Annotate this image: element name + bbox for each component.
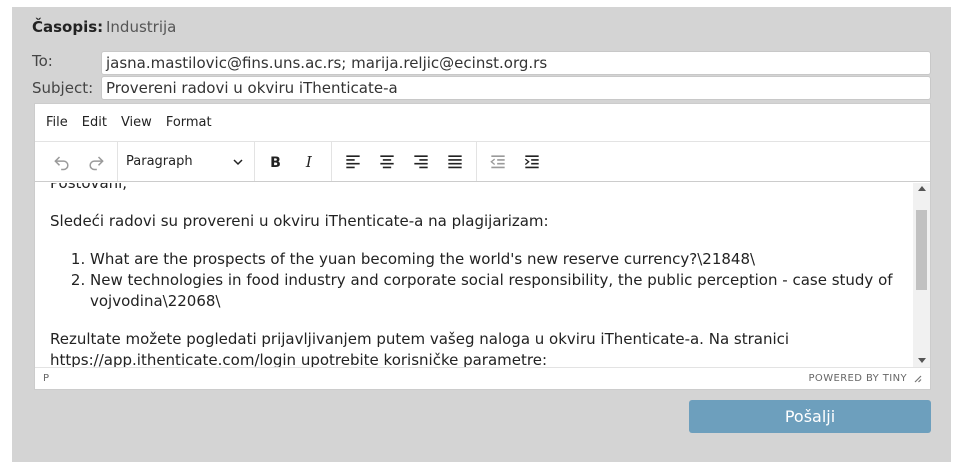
branding: POWERED BY TINY [809, 373, 923, 384]
editor-toolbar: Paragraph B I [35, 142, 930, 182]
undo-icon[interactable] [45, 147, 79, 177]
to-field[interactable]: jasna.mastilovic@fins.uns.ac.rs; marija.… [101, 51, 931, 75]
outdent-icon[interactable] [481, 147, 515, 177]
results-line: Rezultate možete pogledati prijavljivanj… [50, 330, 790, 348]
redo-icon[interactable] [79, 147, 113, 177]
bold-icon[interactable]: B [259, 147, 293, 177]
svg-text:B: B [270, 155, 281, 171]
indent-icon[interactable] [515, 147, 549, 177]
to-label: To: [32, 52, 53, 70]
scroll-up-icon[interactable] [918, 186, 926, 191]
url-line: https://app.ithenticate.com/login upotre… [50, 351, 548, 368]
papers-list: What are the prospects of the yuan becom… [90, 249, 903, 312]
resize-handle-icon[interactable] [913, 374, 922, 383]
send-button[interactable]: Pošalji [689, 400, 931, 433]
editor-content-area[interactable]: Poštovani, Sledeći radovi su provereni u… [35, 183, 913, 368]
svg-text:I: I [305, 153, 313, 171]
editor-menubar: File Edit View Format [35, 104, 930, 142]
list-item: New technologies in food industry and co… [90, 270, 903, 312]
scroll-thumb[interactable] [916, 210, 927, 290]
rich-text-editor: File Edit View Format Paragraph B I Pošt… [34, 103, 931, 390]
align-center-icon[interactable] [370, 147, 404, 177]
intro-text: Sledeći radovi su provereni u okviru iTh… [50, 212, 549, 230]
journal-label: Časopis: [32, 18, 104, 36]
greeting-text: Poštovani, [50, 183, 128, 192]
list-item: What are the prospects of the yuan becom… [90, 249, 903, 270]
branding-label[interactable]: POWERED BY TINY [809, 373, 908, 384]
block-format-select[interactable]: Paragraph [122, 147, 250, 177]
message-panel: Časopis: Industrija To: jasna.mastilovic… [12, 7, 951, 462]
subject-field[interactable]: Provereni radovi u okviru iThenticate-a [101, 76, 931, 100]
align-justify-icon[interactable] [438, 147, 472, 177]
alignment-group [332, 142, 477, 181]
indent-group [477, 142, 553, 181]
history-group [41, 142, 118, 181]
formatting-group: B I [255, 142, 332, 181]
subject-label: Subject: [32, 79, 94, 97]
journal-value: Industrija [106, 18, 177, 36]
menu-format[interactable]: Format [159, 115, 219, 130]
editor-scrollbar[interactable] [913, 183, 930, 368]
align-left-icon[interactable] [336, 147, 370, 177]
block-format-group: Paragraph [118, 142, 255, 181]
align-right-icon[interactable] [404, 147, 438, 177]
block-format-value: Paragraph [126, 154, 193, 169]
element-path[interactable]: P [43, 373, 49, 384]
results-text: Rezultate možete pogledati prijavljivanj… [50, 329, 903, 368]
italic-icon[interactable]: I [293, 147, 327, 177]
menu-view[interactable]: View [114, 115, 159, 130]
editor-statusbar: P POWERED BY TINY [35, 367, 930, 389]
menu-edit[interactable]: Edit [75, 115, 114, 130]
scroll-down-icon[interactable] [918, 358, 926, 363]
chevron-down-icon [233, 158, 243, 165]
menu-file[interactable]: File [39, 115, 75, 130]
